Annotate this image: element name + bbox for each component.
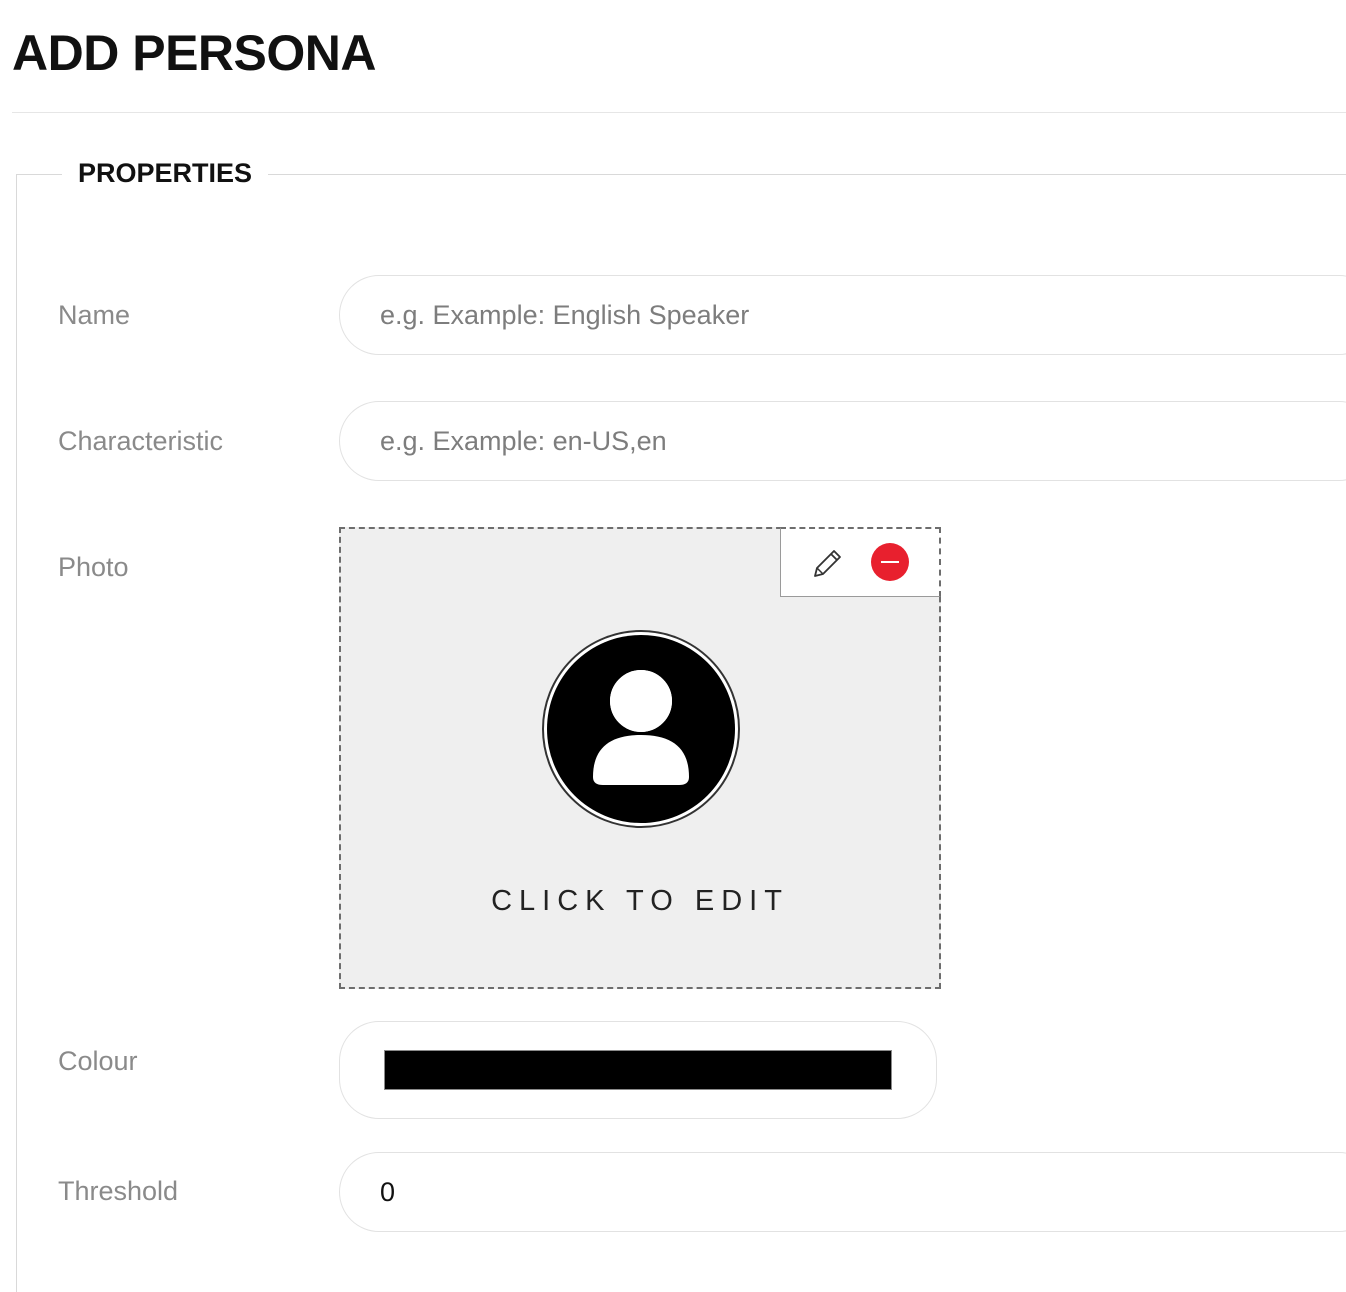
pencil-icon[interactable]	[807, 543, 847, 583]
user-avatar-icon	[541, 629, 741, 829]
properties-legend: PROPERTIES	[62, 154, 269, 192]
add-persona-page: ADD PERSONA PROPERTIES Name Characterist…	[0, 0, 1346, 1292]
colour-label: Colour	[58, 1046, 138, 1076]
characteristic-input[interactable]	[339, 401, 1346, 481]
threshold-input[interactable]	[339, 1152, 1346, 1232]
page-title: ADD PERSONA	[12, 25, 376, 81]
remove-circle-icon[interactable]	[871, 543, 909, 581]
title-divider	[12, 112, 1346, 113]
photo-upload-area[interactable]: CLICK TO EDIT	[339, 527, 941, 989]
photo-label: Photo	[58, 552, 129, 582]
colour-field	[339, 1021, 937, 1119]
colour-picker-swatch[interactable]	[384, 1050, 892, 1090]
characteristic-label: Characteristic	[58, 426, 224, 456]
threshold-label: Threshold	[58, 1176, 179, 1206]
name-label: Name	[58, 300, 131, 330]
photo-toolbar	[780, 527, 941, 597]
name-input[interactable]	[339, 275, 1346, 355]
click-to-edit-caption: CLICK TO EDIT	[491, 885, 789, 917]
